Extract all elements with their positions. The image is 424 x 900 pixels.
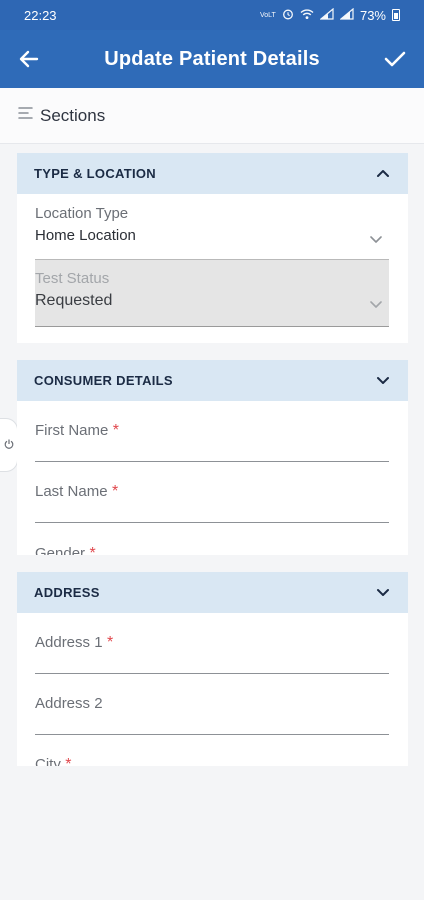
power-icon	[4, 436, 14, 454]
location-type-dropdown[interactable]: Location Type Home Location	[35, 205, 389, 259]
required-mark: *	[65, 756, 72, 766]
address-1-field[interactable]: Address 1 *	[35, 634, 389, 674]
signal-icon	[339, 7, 354, 23]
required-mark: *	[112, 422, 120, 439]
sections-menu[interactable]: Sections	[0, 88, 424, 144]
battery-icon	[392, 9, 400, 21]
field-value: Requested	[35, 292, 113, 309]
status-icons: VoLTE 73%	[260, 7, 400, 23]
field-label: Address 1	[35, 634, 103, 651]
side-drawer-handle[interactable]	[0, 418, 18, 472]
section-type-location: TYPE & LOCATION Location Type Home Locat…	[17, 153, 408, 343]
city-field[interactable]: City *	[35, 756, 389, 766]
field-label: Last Name	[35, 483, 108, 500]
field-underline	[35, 522, 389, 523]
status-bar: 22:23 VoLTE 73%	[0, 0, 424, 30]
section-address: ADDRESS Address 1 * Address 2 City *	[17, 572, 408, 766]
chevron-up-icon	[376, 165, 390, 183]
battery-percent: 73%	[359, 7, 386, 23]
required-mark: *	[107, 634, 114, 651]
test-status-dropdown: Test Status Requested	[35, 259, 389, 327]
field-label: Gender	[35, 545, 86, 555]
menu-lines-icon	[18, 106, 34, 125]
chevron-down-icon	[369, 231, 383, 249]
alarm-icon	[282, 8, 294, 23]
section-title: CONSUMER DETAILS	[34, 373, 173, 388]
field-underline	[35, 734, 389, 735]
gender-field[interactable]: Gender *	[35, 545, 389, 555]
section-header-type-location[interactable]: TYPE & LOCATION	[17, 153, 408, 194]
field-label: City	[35, 756, 61, 766]
section-title: TYPE & LOCATION	[34, 166, 156, 181]
field-underline	[35, 673, 389, 674]
chevron-down-icon	[376, 584, 390, 602]
chevron-down-icon	[376, 372, 390, 390]
first-name-field[interactable]: First Name *	[35, 422, 389, 462]
field-value: Home Location	[35, 227, 136, 244]
svg-text:VoLTE: VoLTE	[260, 12, 276, 19]
field-label: First Name	[35, 422, 109, 439]
volte-icon: VoLTE	[260, 9, 281, 22]
section-header-address[interactable]: ADDRESS	[17, 572, 408, 613]
required-mark: *	[112, 483, 119, 500]
chevron-down-icon	[369, 296, 383, 314]
section-header-consumer-details[interactable]: CONSUMER DETAILS	[17, 360, 408, 401]
wifi-icon	[300, 8, 314, 23]
last-name-field[interactable]: Last Name *	[35, 483, 389, 523]
app-bar: Update Patient Details	[0, 30, 424, 88]
field-label: Test Status	[35, 270, 110, 287]
section-title: ADDRESS	[34, 585, 100, 600]
check-icon[interactable]	[380, 44, 410, 74]
required-mark: *	[89, 545, 96, 555]
arrow-left-icon[interactable]	[14, 44, 44, 74]
section-consumer-details: CONSUMER DETAILS First Name * Last Name …	[17, 360, 408, 555]
sections-label: Sections	[40, 105, 106, 125]
signal-icon	[319, 7, 334, 23]
field-label: Address 2	[35, 695, 103, 712]
address-2-field[interactable]: Address 2	[35, 695, 389, 735]
page-title: Update Patient Details	[104, 47, 320, 70]
field-label: Location Type	[35, 205, 129, 222]
field-underline	[35, 461, 389, 462]
status-time: 22:23	[24, 7, 57, 23]
